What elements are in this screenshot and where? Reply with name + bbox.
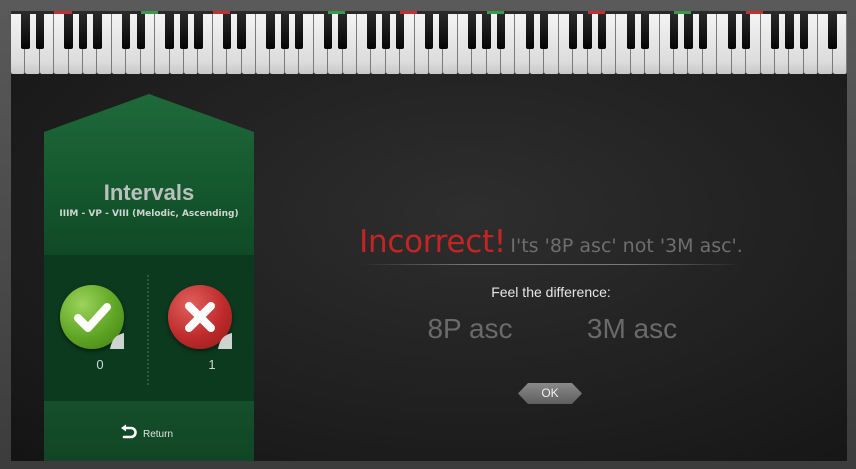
return-arrow-icon — [120, 423, 138, 446]
black-key[interactable] — [482, 13, 491, 49]
black-key[interactable] — [641, 13, 650, 49]
key-marker — [54, 11, 72, 14]
key-marker — [328, 11, 346, 14]
key-marker — [674, 11, 692, 14]
black-key[interactable] — [122, 13, 131, 49]
checkmark-icon — [60, 285, 124, 349]
black-key[interactable] — [770, 13, 780, 49]
feedback-divider — [361, 264, 741, 265]
black-key[interactable] — [237, 13, 246, 49]
black-key[interactable] — [597, 13, 607, 49]
window-frame: Intervals IIIM - VP - VIII (Melodic, Asc… — [0, 0, 856, 469]
black-key[interactable] — [669, 13, 679, 49]
black-key[interactable] — [21, 13, 30, 49]
ok-button[interactable]: OK — [518, 383, 582, 404]
black-key[interactable] — [295, 13, 304, 49]
black-key[interactable] — [266, 13, 275, 49]
black-key[interactable] — [439, 13, 448, 49]
key-marker — [400, 11, 418, 14]
panel-footer: Return — [44, 401, 254, 461]
black-key[interactable] — [35, 13, 44, 49]
play-interval-b-button[interactable]: 3M asc — [557, 313, 707, 345]
key-marker — [212, 11, 231, 14]
app-canvas: Intervals IIIM - VP - VIII (Melodic, Asc… — [11, 11, 847, 461]
verdict-text: Incorrect! — [359, 224, 506, 260]
black-key[interactable] — [727, 13, 736, 49]
feel-prompt: Feel the difference: — [491, 284, 611, 300]
return-button[interactable]: Return — [120, 423, 174, 446]
black-key[interactable] — [381, 13, 390, 49]
score-section: 0 1 — [44, 255, 254, 401]
black-key[interactable] — [698, 13, 708, 49]
black-key[interactable] — [367, 13, 376, 49]
black-key[interactable] — [424, 13, 434, 49]
black-key[interactable] — [568, 13, 578, 49]
return-label: Return — [143, 428, 174, 440]
black-key[interactable] — [93, 13, 102, 49]
score-divider — [147, 275, 149, 385]
black-key[interactable] — [136, 13, 145, 49]
play-interval-a-button[interactable]: 8P asc — [395, 313, 545, 345]
black-key[interactable] — [223, 13, 232, 49]
panel-subtitle: IIIM - VP - VIII (Melodic, Ascending) — [59, 209, 239, 219]
black-key[interactable] — [395, 13, 405, 49]
black-key[interactable] — [525, 13, 535, 49]
feedback-line: Incorrect! I'ts '8P asc' not '3M asc'. — [311, 224, 791, 260]
incorrect-count: 1 — [208, 357, 216, 372]
black-key[interactable] — [785, 13, 794, 49]
black-key[interactable] — [323, 13, 333, 49]
black-key[interactable] — [468, 13, 477, 49]
black-key[interactable] — [165, 13, 174, 49]
piano-keyboard[interactable] — [11, 11, 847, 74]
key-marker — [140, 11, 158, 14]
black-key[interactable] — [540, 13, 549, 49]
black-key[interactable] — [583, 13, 592, 49]
black-key[interactable] — [338, 13, 347, 49]
black-key[interactable] — [78, 13, 88, 49]
key-marker — [746, 11, 764, 14]
explanation-text: I'ts '8P asc' not '3M asc'. — [510, 235, 743, 257]
black-key[interactable] — [179, 13, 189, 49]
key-marker-strip — [11, 11, 847, 14]
black-key[interactable] — [799, 13, 808, 49]
black-key[interactable] — [741, 13, 751, 49]
panel-title: Intervals — [103, 180, 195, 205]
black-key[interactable] — [194, 13, 203, 49]
black-key[interactable] — [496, 13, 506, 49]
side-panel: Intervals IIIM - VP - VIII (Melodic, Asc… — [44, 94, 254, 461]
black-key[interactable] — [828, 13, 837, 49]
black-key[interactable] — [64, 13, 73, 49]
black-key[interactable] — [684, 13, 693, 49]
key-marker — [587, 11, 605, 14]
black-key[interactable] — [280, 13, 290, 49]
cross-icon — [168, 285, 232, 349]
correct-count: 0 — [96, 357, 104, 372]
black-key[interactable] — [626, 13, 635, 49]
key-marker — [486, 11, 504, 14]
panel-header: Intervals IIIM - VP - VIII (Melodic, Asc… — [44, 94, 254, 255]
